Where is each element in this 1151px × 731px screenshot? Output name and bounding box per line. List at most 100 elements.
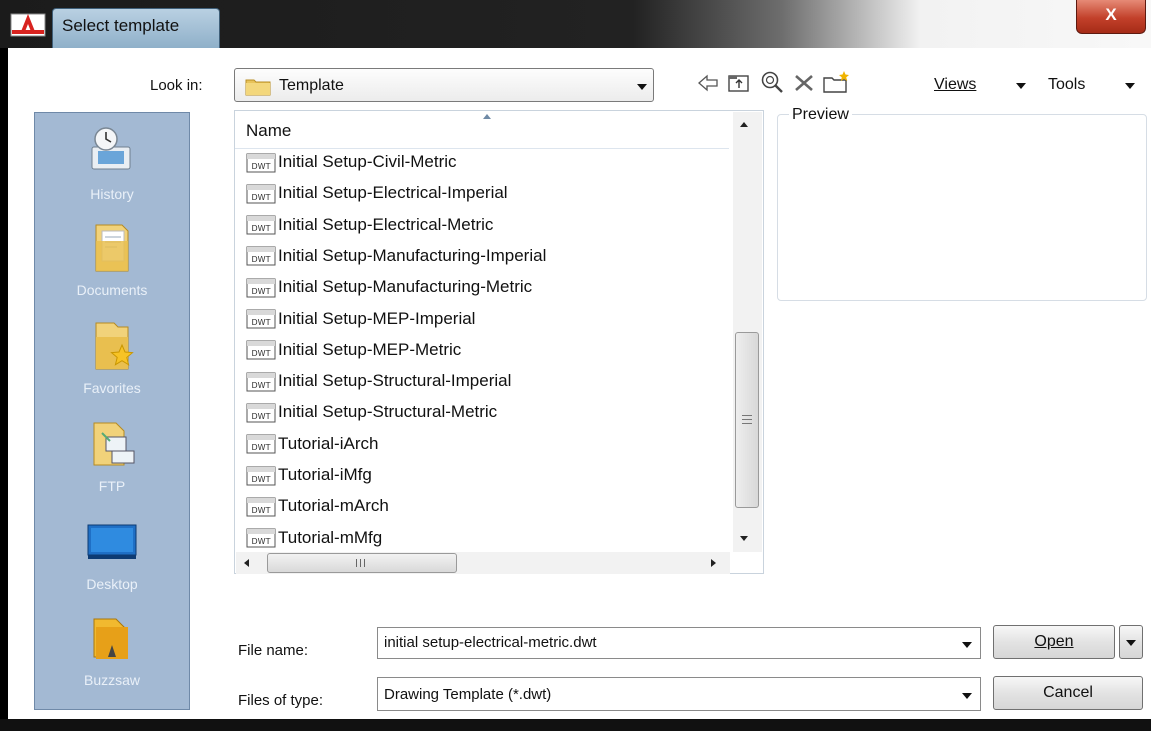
svg-text:DWT: DWT bbox=[252, 506, 271, 515]
place-buzzsaw[interactable]: Buzzsaw bbox=[35, 607, 189, 688]
preview-pane bbox=[777, 114, 1147, 301]
close-button[interactable]: X bbox=[1076, 0, 1146, 34]
views-dropdown-arrow-icon[interactable] bbox=[1016, 83, 1026, 89]
svg-text:DWT: DWT bbox=[252, 255, 271, 264]
place-label-documents: Documents bbox=[76, 282, 148, 298]
open-button-label: Open bbox=[1034, 633, 1074, 650]
file-name-text: Initial Setup-MEP-Metric bbox=[278, 339, 462, 359]
search-web-icon[interactable] bbox=[759, 70, 785, 94]
folder-icon bbox=[245, 79, 271, 96]
svg-text:DWT: DWT bbox=[252, 349, 271, 358]
file-list-item[interactable]: DWT Initial Setup-MEP-Metric bbox=[246, 340, 461, 368]
place-label-buzzsaw: Buzzsaw bbox=[83, 672, 141, 688]
history-icon bbox=[91, 127, 131, 170]
file-list-item[interactable]: DWT Initial Setup-MEP-Imperial bbox=[246, 309, 475, 337]
svg-text:DWT: DWT bbox=[252, 412, 271, 421]
dwt-file-icon: DWT bbox=[246, 246, 276, 266]
svg-text:DWT: DWT bbox=[252, 318, 271, 327]
open-button[interactable]: Open bbox=[993, 625, 1115, 659]
svg-text:DWT: DWT bbox=[252, 224, 271, 233]
file-name-text: Tutorial-iMfg bbox=[278, 465, 372, 484]
ftp-icon bbox=[93, 422, 135, 466]
files-of-type-label: Files of type: bbox=[238, 692, 324, 709]
documents-folder-icon bbox=[95, 224, 129, 272]
tools-menu[interactable]: Tools bbox=[1048, 76, 1085, 94]
file-name-text: Initial Setup-Electrical-Imperial bbox=[278, 183, 508, 203]
file-name-text: Initial Setup-Electrical-Metric bbox=[278, 214, 494, 234]
place-label-history: History bbox=[90, 186, 134, 202]
file-name-text: Tutorial-mArch bbox=[278, 496, 389, 516]
dwt-file-icon: DWT bbox=[246, 215, 276, 235]
place-label-desktop: Desktop bbox=[86, 576, 138, 592]
file-list-item[interactable]: DWT Initial Setup-Electrical-Metric bbox=[246, 215, 493, 243]
column-header-label: Name bbox=[246, 121, 292, 140]
place-favorites[interactable]: Favorites bbox=[35, 315, 189, 396]
place-history[interactable]: History bbox=[35, 121, 189, 202]
file-list-item[interactable]: DWT Initial Setup-Structural-Imperial bbox=[246, 371, 511, 399]
file-list-item[interactable]: DWT Initial Setup-Electrical-Imperial bbox=[246, 183, 508, 211]
place-ftp[interactable]: FTP bbox=[35, 413, 189, 494]
file-list-item[interactable]: DWT Tutorial-mArch bbox=[246, 496, 389, 524]
dwt-file-icon: DWT bbox=[246, 278, 276, 298]
buzzsaw-icon bbox=[93, 618, 128, 659]
scroll-left-arrow-icon[interactable] bbox=[244, 559, 249, 567]
svg-text:DWT: DWT bbox=[252, 193, 271, 202]
file-name-text: Tutorial-mMfg bbox=[278, 527, 383, 547]
dwt-file-icon: DWT bbox=[246, 340, 276, 360]
preview-label: Preview bbox=[789, 106, 852, 124]
dwt-file-icon: DWT bbox=[246, 466, 276, 486]
file-name-text: Initial Setup-Manufacturing-Imperial bbox=[278, 245, 547, 265]
file-list-item[interactable]: DWT Tutorial-iMfg bbox=[246, 465, 372, 493]
sort-ascending-icon bbox=[483, 114, 491, 119]
desktop-icon bbox=[87, 524, 137, 559]
svg-text:DWT: DWT bbox=[252, 287, 271, 296]
dwt-file-icon: DWT bbox=[246, 372, 276, 392]
tools-dropdown-arrow-icon[interactable] bbox=[1125, 83, 1135, 89]
svg-text:DWT: DWT bbox=[252, 443, 271, 452]
arrow-left-icon[interactable] bbox=[697, 73, 719, 93]
scroll-down-arrow-icon[interactable] bbox=[740, 536, 748, 541]
dwt-file-icon: DWT bbox=[246, 434, 276, 454]
file-name-text: Initial Setup-Structural-Imperial bbox=[278, 371, 512, 391]
file-list-item[interactable]: DWT Initial Setup-Civil-Metric bbox=[246, 152, 457, 180]
cancel-button[interactable]: Cancel bbox=[993, 676, 1143, 710]
files-of-type-value: Drawing Template (*.dwt) bbox=[384, 686, 552, 703]
delete-x-icon[interactable] bbox=[793, 73, 815, 93]
chevron-down-icon bbox=[637, 84, 647, 90]
scroll-right-arrow-icon[interactable] bbox=[711, 559, 716, 567]
place-documents[interactable]: Documents bbox=[35, 217, 189, 298]
look-in-dropdown[interactable]: Template bbox=[234, 68, 654, 102]
svg-text:DWT: DWT bbox=[252, 475, 271, 484]
column-header-name[interactable]: Name bbox=[235, 112, 729, 149]
window-title: Select template bbox=[62, 16, 180, 35]
svg-text:DWT: DWT bbox=[252, 162, 271, 171]
file-list-item[interactable]: DWT Initial Setup-Manufacturing-Imperial bbox=[246, 246, 546, 274]
horizontal-scroll-thumb[interactable] bbox=[267, 553, 457, 573]
new-folder-icon[interactable] bbox=[822, 69, 852, 95]
place-label-ftp: FTP bbox=[98, 478, 126, 494]
chevron-down-icon[interactable] bbox=[962, 693, 972, 699]
file-name-text: Initial Setup-Structural-Metric bbox=[278, 402, 498, 422]
scroll-up-arrow-icon[interactable] bbox=[740, 122, 748, 127]
up-one-level-icon[interactable] bbox=[727, 72, 751, 94]
file-name-text: Tutorial-iArch bbox=[278, 433, 379, 453]
autocad-app-icon bbox=[10, 13, 46, 37]
files-of-type-dropdown[interactable]: Drawing Template (*.dwt) bbox=[377, 677, 981, 711]
file-name-combo[interactable]: initial setup-electrical-metric.dwt bbox=[377, 627, 981, 659]
file-list-item[interactable]: DWT Initial Setup-Structural-Metric bbox=[246, 402, 497, 430]
dwt-file-icon: DWT bbox=[246, 403, 276, 423]
svg-text:DWT: DWT bbox=[252, 537, 271, 546]
file-list-item[interactable]: DWT Initial Setup-Manufacturing-Metric bbox=[246, 277, 532, 305]
views-menu[interactable]: Views bbox=[934, 76, 976, 94]
vertical-scroll-thumb[interactable] bbox=[735, 332, 759, 508]
favorites-folder-icon bbox=[95, 322, 134, 370]
file-name-label: File name: bbox=[238, 642, 309, 659]
place-desktop[interactable]: Desktop bbox=[35, 511, 189, 592]
look-in-value: Template bbox=[279, 77, 344, 94]
file-list-item[interactable]: DWT Tutorial-iArch bbox=[246, 434, 378, 462]
file-name-input[interactable]: initial setup-electrical-metric.dwt bbox=[384, 634, 597, 651]
file-name-text: Initial Setup-MEP-Imperial bbox=[278, 308, 476, 328]
open-options-button[interactable] bbox=[1119, 625, 1143, 659]
file-name-text: Initial Setup-Manufacturing-Metric bbox=[278, 277, 533, 297]
chevron-down-icon[interactable] bbox=[962, 642, 972, 648]
